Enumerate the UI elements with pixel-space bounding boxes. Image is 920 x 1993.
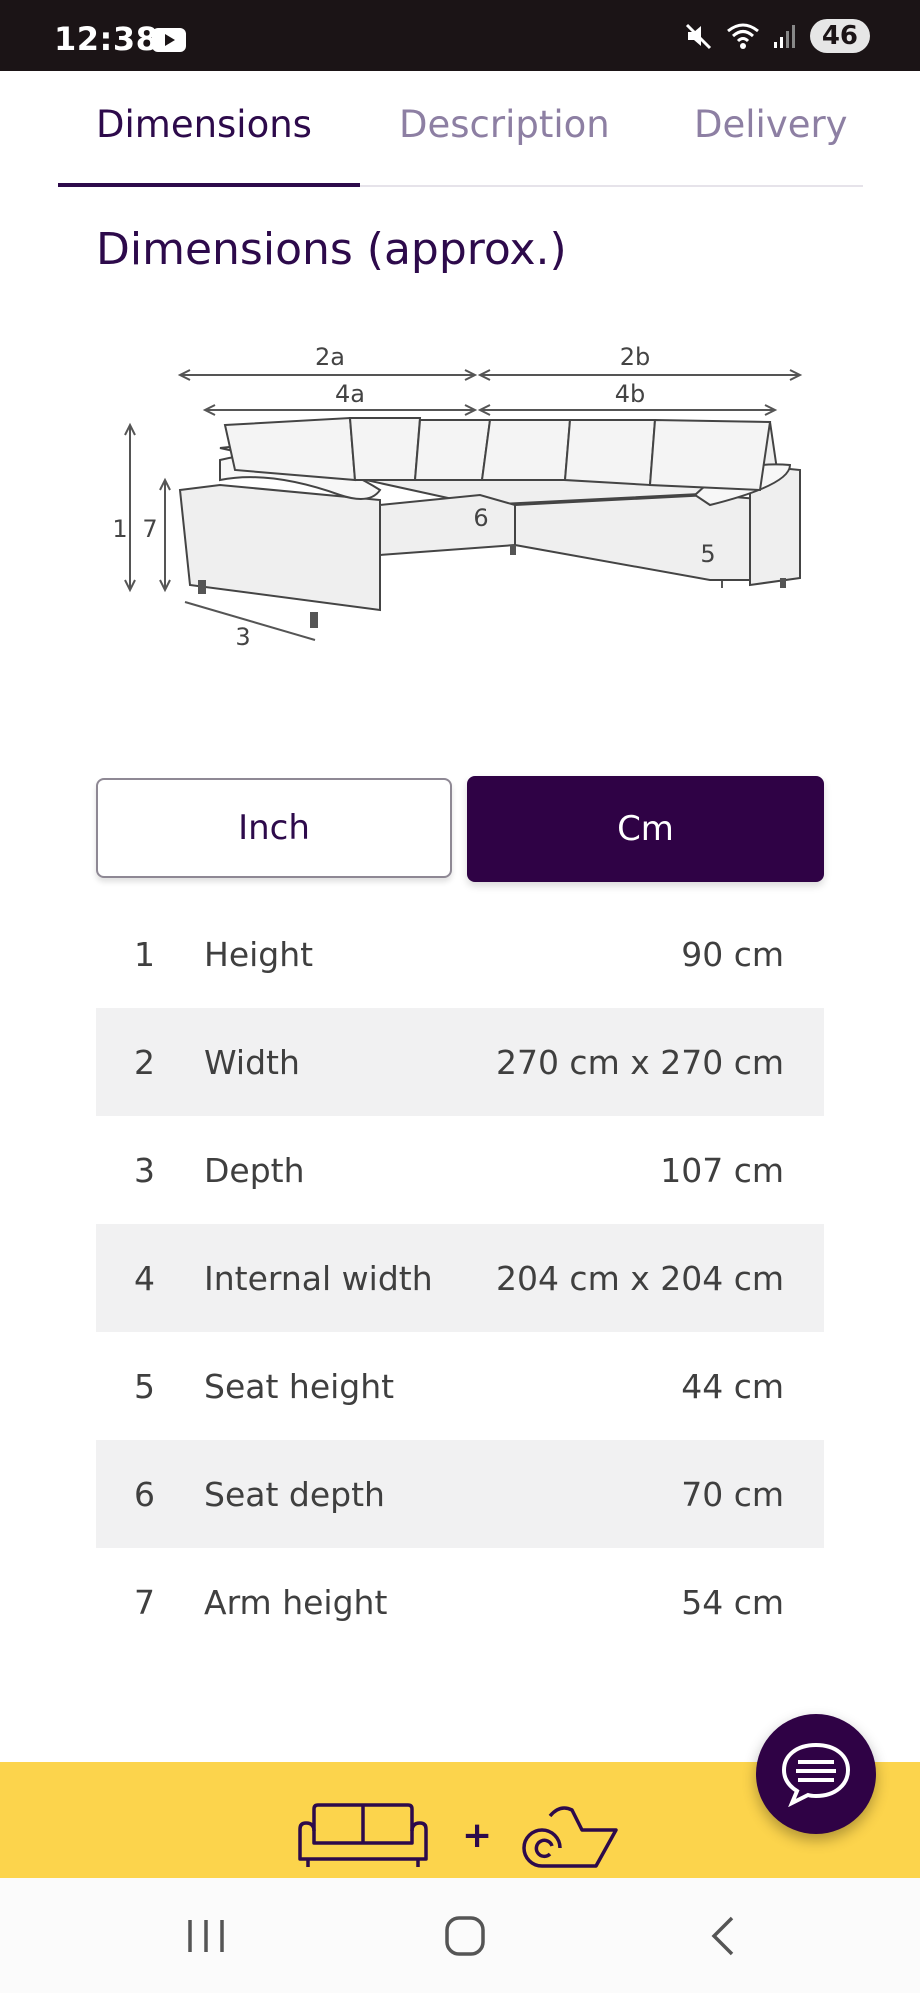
status-time: 12:38	[54, 20, 159, 58]
row-number: 6	[134, 1474, 155, 1514]
tab-dimensions[interactable]: Dimensions	[96, 103, 312, 146]
row-value: 90 cm	[681, 934, 784, 974]
row-number: 4	[134, 1258, 155, 1298]
home-icon[interactable]	[443, 1914, 487, 1958]
diagram-label-5: 5	[700, 540, 715, 568]
chat-bubble-icon	[781, 1742, 851, 1807]
row-number: 2	[134, 1042, 155, 1082]
row-label: Arm height	[204, 1582, 388, 1622]
row-label: Height	[204, 934, 314, 974]
table-row: 3 Depth 107 cm	[96, 1116, 824, 1224]
row-label: Width	[204, 1042, 300, 1082]
status-bar: 12:38 46	[0, 0, 920, 71]
active-tab-indicator	[58, 183, 360, 187]
diagram-label-6: 6	[473, 504, 488, 532]
sofa-icon	[298, 1803, 428, 1867]
table-row: 4 Internal width 204 cm x 204 cm	[96, 1224, 824, 1332]
unit-cm-button[interactable]: Cm	[467, 776, 824, 882]
sofa-dimensions-diagram: 2a 2b 4a 4b 1 7 3 5 6	[112, 343, 803, 651]
row-number: 5	[134, 1366, 155, 1406]
row-label: Seat depth	[204, 1474, 385, 1514]
tab-description[interactable]: Description	[399, 103, 610, 146]
diagram-label-3: 3	[235, 623, 250, 651]
section-title: Dimensions (approx.)	[96, 224, 567, 275]
row-value: 54 cm	[681, 1582, 784, 1622]
battery-indicator: 46	[809, 19, 870, 53]
row-label: Depth	[204, 1150, 305, 1190]
dimensions-table: 1 Height 90 cm 2 Width 270 cm x 270 cm 3…	[96, 900, 824, 1656]
table-row: 6 Seat depth 70 cm	[96, 1440, 824, 1548]
row-value: 204 cm x 204 cm	[495, 1258, 784, 1298]
row-value: 70 cm	[681, 1474, 784, 1514]
diagram-label-2b: 2b	[620, 343, 651, 371]
diagram-label-4a: 4a	[335, 380, 365, 408]
back-icon[interactable]	[708, 1914, 738, 1958]
table-row: 1 Height 90 cm	[96, 900, 824, 1008]
plus-sign: +	[462, 1814, 493, 1856]
row-number: 7	[134, 1582, 155, 1622]
tab-bar: Dimensions Description Delivery	[58, 71, 863, 187]
row-label: Internal width	[204, 1258, 433, 1298]
table-row: 5 Seat height 44 cm	[96, 1332, 824, 1440]
youtube-icon	[152, 28, 186, 52]
diagram-label-4b: 4b	[615, 380, 646, 408]
diagram-label-7: 7	[142, 515, 157, 543]
row-number: 1	[134, 934, 155, 974]
row-label: Seat height	[204, 1366, 395, 1406]
row-value: 270 cm x 270 cm	[495, 1042, 784, 1082]
mute-icon	[685, 23, 711, 50]
signal-icon	[773, 25, 795, 48]
row-number: 3	[134, 1150, 155, 1190]
table-row: 2 Width 270 cm x 270 cm	[96, 1008, 824, 1116]
row-value: 107 cm	[660, 1150, 784, 1190]
diagram-label-1: 1	[112, 515, 127, 543]
tab-delivery[interactable]: Delivery	[694, 103, 848, 146]
rug-icon	[522, 1806, 618, 1868]
chat-button[interactable]	[756, 1714, 876, 1834]
recent-apps-icon[interactable]	[186, 1914, 226, 1958]
unit-inch-button[interactable]: Inch	[96, 778, 452, 878]
diagram-label-2a: 2a	[315, 343, 345, 371]
wifi-icon	[726, 23, 759, 49]
table-row: 7 Arm height 54 cm	[96, 1548, 824, 1656]
system-nav-bar	[0, 1878, 920, 1993]
row-value: 44 cm	[681, 1366, 784, 1406]
